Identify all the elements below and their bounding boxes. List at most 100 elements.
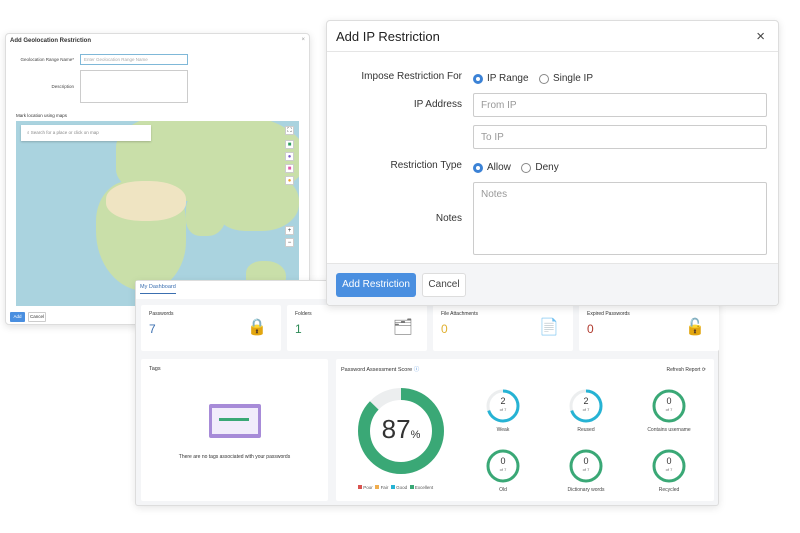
score-value: 87%	[356, 414, 446, 445]
fullscreen-icon[interactable]: ⛶	[285, 126, 294, 135]
zoom-out-button[interactable]: −	[285, 238, 294, 247]
metric-of: of 7	[499, 467, 507, 472]
to-ip-input[interactable]: To IP	[473, 125, 767, 149]
notes-textarea[interactable]: Notes	[473, 182, 767, 255]
draw-rectangle-icon[interactable]: ■	[285, 140, 294, 149]
draw-marker-icon[interactable]: ●	[285, 176, 294, 185]
legend-item: Excellent	[409, 485, 433, 490]
metric-label: Old	[499, 487, 507, 493]
name-label: Geolocation Range Name*	[20, 57, 74, 62]
cancel-button[interactable]: Cancel	[28, 312, 46, 322]
legend-item: Good	[390, 485, 407, 490]
stat-label: Passwords	[149, 311, 174, 317]
impose-radio-group: IP Range Single IP	[473, 70, 599, 88]
stat-icon: 🗂	[392, 319, 413, 336]
stat-card[interactable]: File Attachments 0 📄	[433, 305, 573, 351]
search-placeholder: Search for a place or click on map	[30, 130, 99, 135]
close-icon[interactable]: ×	[756, 28, 765, 45]
single-ip-label: Single IP	[552, 73, 593, 85]
add-restriction-button[interactable]: Add Restriction	[336, 273, 416, 297]
legend-item: Poor	[358, 485, 373, 490]
score-legend: Poor Fair Good Excellent	[358, 485, 433, 490]
draw-circle-icon[interactable]: ●	[285, 152, 294, 161]
tags-card: Tags There are no tags associated with y…	[141, 359, 328, 501]
metric-ring	[569, 389, 603, 423]
metric-ring	[652, 389, 686, 423]
stat-value: 1	[295, 322, 302, 336]
dialog-title: Add IP Restriction	[336, 29, 440, 44]
deny-radio[interactable]	[521, 162, 532, 173]
metric-of: of 7	[582, 407, 590, 412]
metric-ring	[569, 449, 603, 483]
stat-value: 7	[149, 322, 156, 336]
tags-empty-text: There are no tags associated with your p…	[178, 454, 291, 460]
metric-ring	[652, 449, 686, 483]
stat-value: 0	[441, 322, 448, 336]
metric-label: Dictionary words	[567, 487, 605, 493]
metric-label: Reused	[577, 427, 595, 433]
map-label: Mark location using maps	[16, 113, 68, 118]
ip-range-radio[interactable]	[473, 73, 483, 84]
deny-label: Deny	[535, 162, 559, 174]
empty-tags-illustration	[209, 404, 261, 438]
pas-title-text: Password Assessment Score	[341, 367, 413, 373]
stat-icon: 🔓	[685, 319, 705, 336]
metric-label: Contains username	[647, 427, 691, 433]
close-icon[interactable]: ×	[301, 37, 305, 43]
restriction-type-radio-group: Allow Deny	[473, 159, 565, 177]
info-icon[interactable]: ⓘ	[414, 367, 420, 373]
refresh-icon: ⟳	[701, 367, 706, 373]
map-search-input[interactable]: ⌕ Search for a place or click on map	[21, 125, 151, 141]
metric-value: 0	[583, 456, 589, 466]
password-assessment-card: Password Assessment Score ⓘ Refresh Repo…	[336, 359, 714, 501]
metric-ring	[486, 389, 520, 423]
stat-card[interactable]: Folders 1 🗂	[287, 305, 427, 351]
legend-item: Fair	[375, 485, 388, 490]
stat-label: Folders	[295, 311, 312, 317]
score-unit: %	[410, 429, 421, 441]
metric-ring	[486, 449, 520, 483]
description-label: Description	[51, 84, 74, 89]
pas-title: Password Assessment Score ⓘ	[341, 365, 419, 373]
from-ip-input[interactable]: From IP	[473, 93, 767, 117]
stat-label: File Attachments	[441, 311, 478, 317]
description-textarea[interactable]	[80, 70, 188, 103]
restriction-type-label: Restriction Type	[390, 160, 462, 171]
impose-label: Impose Restriction For	[361, 71, 462, 82]
metric-value: 0	[666, 456, 672, 466]
metric-of: of 7	[665, 407, 673, 412]
ip-range-label: IP Range	[487, 73, 529, 85]
stat-value: 0	[587, 322, 594, 336]
score-number: 87	[381, 414, 411, 444]
draw-polygon-icon[interactable]: ■	[285, 164, 294, 173]
ip-restriction-dialog: Add IP Restriction × Impose Restriction …	[326, 20, 779, 306]
refresh-report-button[interactable]: Refresh Report ⟳	[667, 367, 707, 373]
tags-title: Tags	[149, 366, 161, 372]
ip-address-label: IP Address	[413, 99, 462, 110]
stat-card[interactable]: Passwords 7 🔒	[141, 305, 281, 351]
add-button[interactable]: Add	[10, 312, 25, 322]
metric-of: of 7	[499, 407, 507, 412]
allow-radio[interactable]	[473, 162, 483, 173]
zoom-in-button[interactable]: +	[285, 226, 294, 235]
single-ip-radio[interactable]	[538, 73, 549, 84]
geolocation-name-input[interactable]: Enter Geolocation Range Name	[80, 54, 188, 65]
metric-label: Recycled	[658, 487, 680, 493]
metric-label: Weak	[496, 427, 510, 433]
metric-value: 0	[666, 396, 672, 406]
allow-label: Allow	[487, 162, 511, 174]
metric-value: 2	[500, 396, 506, 406]
dashboard: My Dashboard Passwords 7 🔒 Folders 1 🗂 File At…	[135, 280, 719, 506]
stat-icon: 📄	[539, 319, 559, 336]
dialog-title: Add Geolocation Restriction	[10, 38, 92, 44]
cancel-button[interactable]: Cancel	[422, 273, 466, 297]
metric-of: of 7	[665, 467, 673, 472]
tab-my-dashboard[interactable]: My Dashboard	[140, 284, 176, 294]
map[interactable]: ⌕ Search for a place or click on map ⛶ ■…	[16, 121, 299, 306]
stat-card[interactable]: Expired Passwords 0 🔓	[579, 305, 719, 351]
metric-value: 2	[583, 396, 589, 406]
stat-icon: 🔒	[247, 319, 267, 336]
refresh-label: Refresh Report	[666, 367, 701, 373]
stat-label: Expired Passwords	[587, 311, 630, 317]
metric-value: 0	[500, 456, 506, 466]
